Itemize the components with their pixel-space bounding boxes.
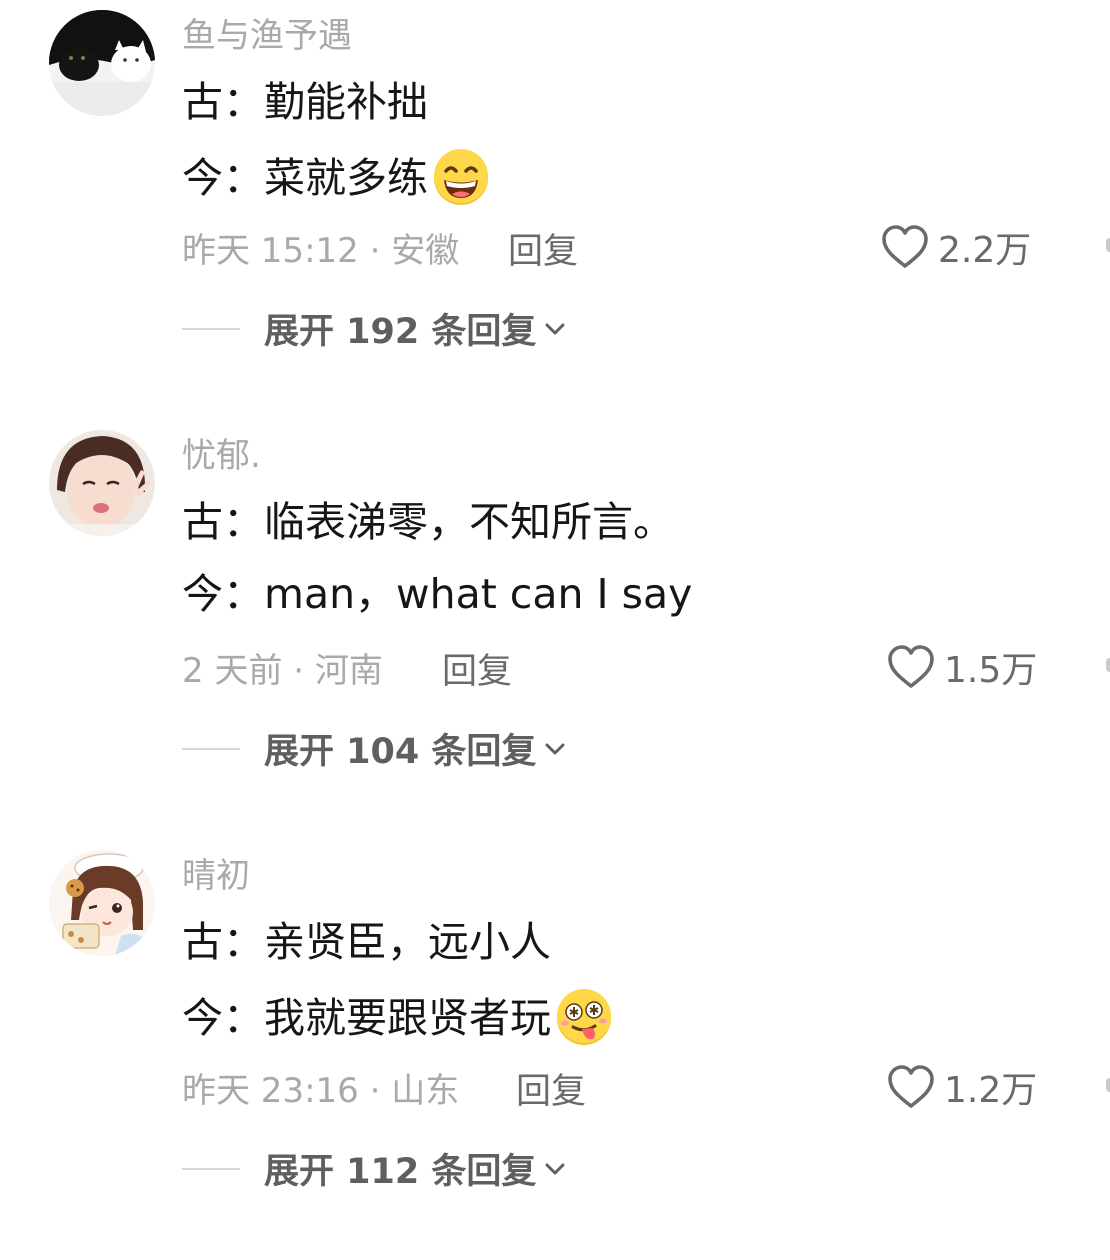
avatar-cats-image (49, 10, 155, 116)
comment-text-line: 今：我就要跟贤者玩 (182, 989, 613, 1047)
divider (182, 327, 240, 330)
comment-meta: 昨天 23:16 · 山东 (182, 1071, 460, 1111)
heart-icon (888, 1065, 934, 1108)
chevron-down-icon (545, 1163, 565, 1174)
dizzy-tongue-face-icon (557, 989, 611, 1045)
username[interactable]: 鱼与渔予遇 (182, 8, 352, 57)
comment-text-line: 古：勤能补拙 (182, 78, 428, 126)
expand-replies-label: 展开 104 条回复 (264, 732, 537, 772)
like-button[interactable]: 2.2万 (880, 221, 1031, 273)
avatar[interactable] (49, 10, 155, 116)
comment-meta: 2 天前 · 河南 (182, 651, 383, 691)
heart-icon (882, 225, 928, 268)
reply-button[interactable]: 回复 (442, 643, 512, 694)
comment-text-line: 古：亲贤臣，远小人 (182, 918, 551, 966)
expand-replies-button[interactable]: 展开 192 条回复 (182, 303, 568, 354)
reply-button[interactable]: 回复 (516, 1063, 586, 1114)
chevron-down-icon (545, 743, 565, 754)
expand-replies-button[interactable]: 展开 112 条回复 (182, 1143, 568, 1194)
chevron-down-icon (545, 323, 565, 334)
like-button[interactable]: 1.2万 (886, 1061, 1037, 1113)
divider (182, 1167, 240, 1170)
avatar[interactable] (49, 850, 155, 956)
username[interactable]: 晴初 (182, 848, 250, 897)
more-handle (1106, 658, 1110, 672)
comment-text-line: 古：临表涕零，不知所言。 (182, 498, 674, 546)
avatar-girl-photo (49, 430, 155, 536)
expand-replies-label: 展开 192 条回复 (264, 312, 537, 352)
username[interactable]: 忧郁. (182, 428, 261, 477)
heart-icon (888, 645, 934, 688)
comment-text-line: 今：man，what can I say (182, 570, 693, 618)
comment-item: 忧郁. 古：临表涕零，不知所言。 今：man，what can I say 2 … (0, 420, 1110, 840)
more-handle (1106, 238, 1110, 252)
grinning-face-icon (434, 149, 488, 205)
reply-button[interactable]: 回复 (508, 223, 578, 274)
comment-item: 晴初 古：亲贤臣，远小人 今：我就要跟贤者玩 昨天 23:16 · 山东 回复 … (0, 840, 1110, 1260)
comment-meta: 昨天 15:12 · 安徽 (182, 231, 460, 271)
expand-replies-label: 展开 112 条回复 (264, 1152, 537, 1192)
comment-text-line: 今：菜就多练 (182, 149, 490, 207)
like-count: 1.2万 (944, 1070, 1038, 1111)
like-count: 2.2万 (938, 230, 1032, 271)
expand-replies-button[interactable]: 展开 104 条回复 (182, 723, 568, 774)
like-count: 1.5万 (944, 650, 1038, 691)
more-handle (1106, 1078, 1110, 1092)
avatar[interactable] (49, 430, 155, 536)
divider (182, 747, 240, 750)
comment-item: 鱼与渔予遇 古：勤能补拙 今：菜就多练 昨天 15:12 · 安徽 回复 2.2… (0, 0, 1110, 420)
like-button[interactable]: 1.5万 (886, 641, 1037, 693)
avatar-cartoon-girl (49, 850, 155, 956)
